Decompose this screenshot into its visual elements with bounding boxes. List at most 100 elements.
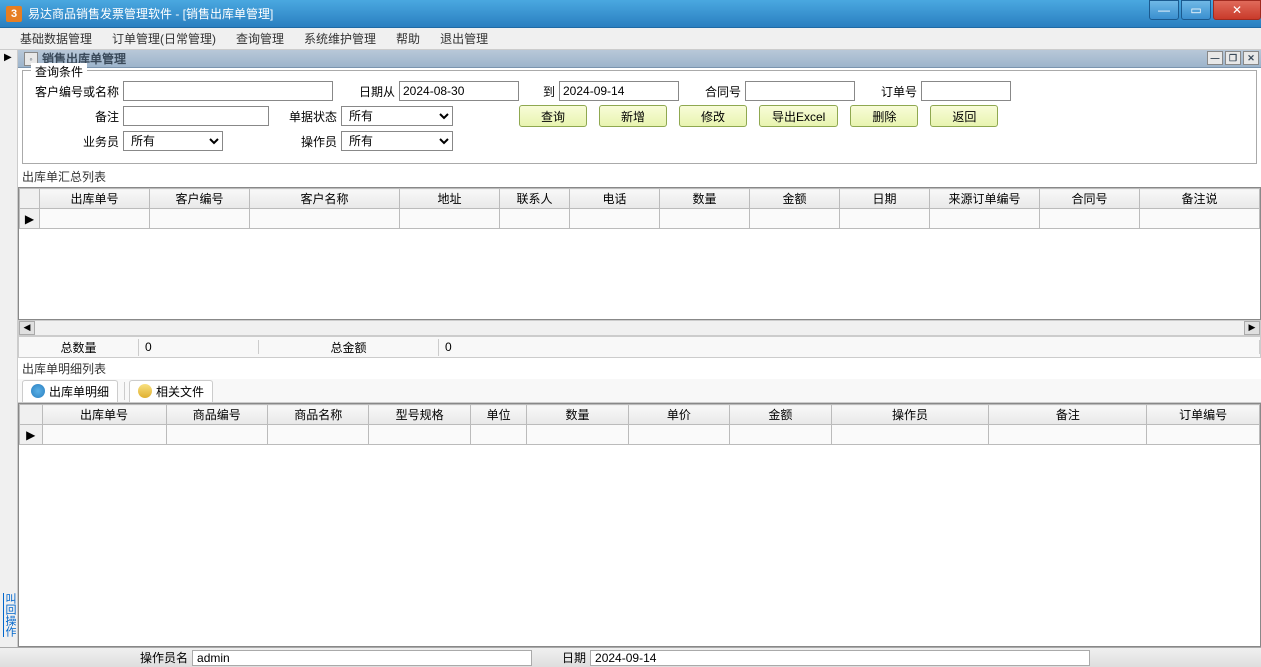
tab-related-files-label: 相关文件 [156, 383, 204, 400]
close-button[interactable]: ✕ [1213, 0, 1261, 20]
total-qty-value: 0 [139, 340, 259, 354]
detail-grid-row[interactable]: ▶ [20, 425, 1260, 445]
total-amt-value: 0 [439, 340, 1260, 354]
edit-button[interactable]: 修改 [679, 105, 747, 127]
gutter-expand-icon[interactable]: ▶ [4, 52, 12, 63]
operator-label: 操作员 [231, 133, 337, 150]
order-input[interactable] [921, 81, 1011, 101]
total-qty-label: 总数量 [19, 339, 139, 356]
col-customer-no[interactable]: 客户编号 [150, 189, 250, 209]
statusbar: 操作员名 admin 日期 2024-09-14 [0, 647, 1261, 667]
return-button[interactable]: 返回 [930, 105, 998, 127]
callback-link[interactable]: 叫回操作 [2, 593, 18, 637]
col-amount[interactable]: 金额 [750, 189, 840, 209]
window-controls: — ▭ ✕ [1147, 0, 1261, 22]
summary-grid[interactable]: 出库单号 客户编号 客户名称 地址 联系人 电话 数量 金额 日期 来源订单编号… [18, 187, 1261, 320]
menu-system-maint[interactable]: 系统维护管理 [294, 28, 386, 49]
contract-label: 合同号 [689, 83, 741, 100]
scroll-left-button[interactable]: ◀ [19, 321, 35, 335]
status-label: 单据状态 [277, 108, 337, 125]
status-date-value: 2024-09-14 [590, 650, 1090, 666]
dcol-operator[interactable]: 操作员 [831, 405, 989, 425]
export-excel-button[interactable]: 导出Excel [759, 105, 838, 127]
dcol-price[interactable]: 单价 [628, 405, 729, 425]
dcol-remark[interactable]: 备注 [989, 405, 1147, 425]
status-select[interactable]: 所有 [341, 106, 453, 126]
query-legend: 查询条件 [31, 63, 87, 80]
col-outbound-no[interactable]: 出库单号 [40, 189, 150, 209]
order-label: 订单号 [865, 83, 917, 100]
detail-grid[interactable]: 出库单号 商品编号 商品名称 型号规格 单位 数量 单价 金额 操作员 备注 订… [18, 403, 1261, 647]
query-fieldset: 查询条件 客户编号或名称 日期从 到 合同号 订单号 备注 单据状态 所有 查询 [22, 70, 1257, 164]
date-to-label: 到 [527, 83, 555, 100]
detail-row-indicator-icon: ▶ [20, 425, 43, 445]
query-button[interactable]: 查询 [519, 105, 587, 127]
total-amt-label: 总金额 [259, 339, 439, 356]
dcol-product-name[interactable]: 商品名称 [267, 405, 368, 425]
col-contact[interactable]: 联系人 [500, 189, 570, 209]
menu-order-mgmt[interactable]: 订单管理(日常管理) [102, 28, 226, 49]
remark-input[interactable] [123, 106, 269, 126]
col-phone[interactable]: 电话 [570, 189, 660, 209]
titlebar: 3 易达商品销售发票管理软件 - [销售出库单管理] — ▭ ✕ [0, 0, 1261, 28]
scroll-right-button[interactable]: ▶ [1244, 321, 1260, 335]
summary-grid-row[interactable]: ▶ [20, 209, 1260, 229]
row-indicator-icon: ▶ [20, 209, 40, 229]
app-icon: 3 [6, 6, 22, 22]
summary-grid-title: 出库单汇总列表 [18, 166, 1261, 187]
col-customer-name[interactable]: 客户名称 [250, 189, 400, 209]
menu-basic-data[interactable]: 基础数据管理 [10, 28, 102, 49]
mdi-close-button[interactable]: ✕ [1243, 51, 1259, 65]
operator-select[interactable]: 所有 [341, 131, 453, 151]
contract-input[interactable] [745, 81, 855, 101]
status-date-label: 日期 [562, 649, 586, 666]
menu-query-mgmt[interactable]: 查询管理 [226, 28, 294, 49]
tab-separator [124, 382, 125, 400]
date-from-input[interactable] [399, 81, 519, 101]
detail-grid-header-row: 出库单号 商品编号 商品名称 型号规格 单位 数量 单价 金额 操作员 备注 订… [20, 405, 1260, 425]
dcol-order-no[interactable]: 订单编号 [1147, 405, 1260, 425]
dcol-amount[interactable]: 金额 [730, 405, 831, 425]
delete-button[interactable]: 删除 [850, 105, 918, 127]
status-operator-value: admin [192, 650, 532, 666]
tab-outbound-detail-label: 出库单明细 [49, 383, 109, 400]
mdi-controls: — ❐ ✕ [1205, 51, 1259, 65]
detail-grid-section: 出库单明细列表 出库单明细 相关文件 出库单号 商品编号 [18, 358, 1261, 647]
col-date[interactable]: 日期 [840, 189, 930, 209]
col-remark[interactable]: 备注说 [1140, 189, 1260, 209]
salesman-select[interactable]: 所有 [123, 131, 223, 151]
dcol-unit[interactable]: 单位 [470, 405, 526, 425]
col-source-order[interactable]: 来源订单编号 [930, 189, 1040, 209]
summary-rowhead [20, 189, 40, 209]
workspace: ▶ 叫回操作 ◦ 销售出库单管理 — ❐ ✕ 查询条件 客户编号或名称 日期从 … [0, 50, 1261, 647]
tab-related-files[interactable]: 相关文件 [129, 380, 213, 402]
menu-exit[interactable]: 退出管理 [430, 28, 498, 49]
col-address[interactable]: 地址 [400, 189, 500, 209]
customer-label: 客户编号或名称 [31, 83, 119, 100]
menu-help[interactable]: 帮助 [386, 28, 430, 49]
date-from-label: 日期从 [343, 83, 395, 100]
col-contract[interactable]: 合同号 [1040, 189, 1140, 209]
menubar: 基础数据管理 订单管理(日常管理) 查询管理 系统维护管理 帮助 退出管理 [0, 28, 1261, 50]
col-qty[interactable]: 数量 [660, 189, 750, 209]
dcol-outbound-no[interactable]: 出库单号 [42, 405, 166, 425]
minimize-button[interactable]: — [1149, 0, 1179, 20]
main-area: ◦ 销售出库单管理 — ❐ ✕ 查询条件 客户编号或名称 日期从 到 合同号 订… [18, 50, 1261, 647]
remark-label: 备注 [31, 108, 119, 125]
maximize-button[interactable]: ▭ [1181, 0, 1211, 20]
globe-icon [31, 384, 45, 398]
detail-tabs: 出库单明细 相关文件 [18, 379, 1261, 403]
salesman-label: 业务员 [31, 133, 119, 150]
customer-input[interactable] [123, 81, 333, 101]
mdi-restore-button[interactable]: ❐ [1225, 51, 1241, 65]
detail-grid-title: 出库单明细列表 [18, 358, 1261, 379]
date-to-input[interactable] [559, 81, 679, 101]
tab-outbound-detail[interactable]: 出库单明细 [22, 380, 118, 402]
dcol-spec[interactable]: 型号规格 [369, 405, 470, 425]
detail-rowhead [20, 405, 43, 425]
mdi-minimize-button[interactable]: — [1207, 51, 1223, 65]
dcol-product-no[interactable]: 商品编号 [166, 405, 267, 425]
dcol-qty[interactable]: 数量 [527, 405, 628, 425]
new-button[interactable]: 新增 [599, 105, 667, 127]
summary-hscrollbar[interactable]: ◀ ▶ [18, 320, 1261, 336]
